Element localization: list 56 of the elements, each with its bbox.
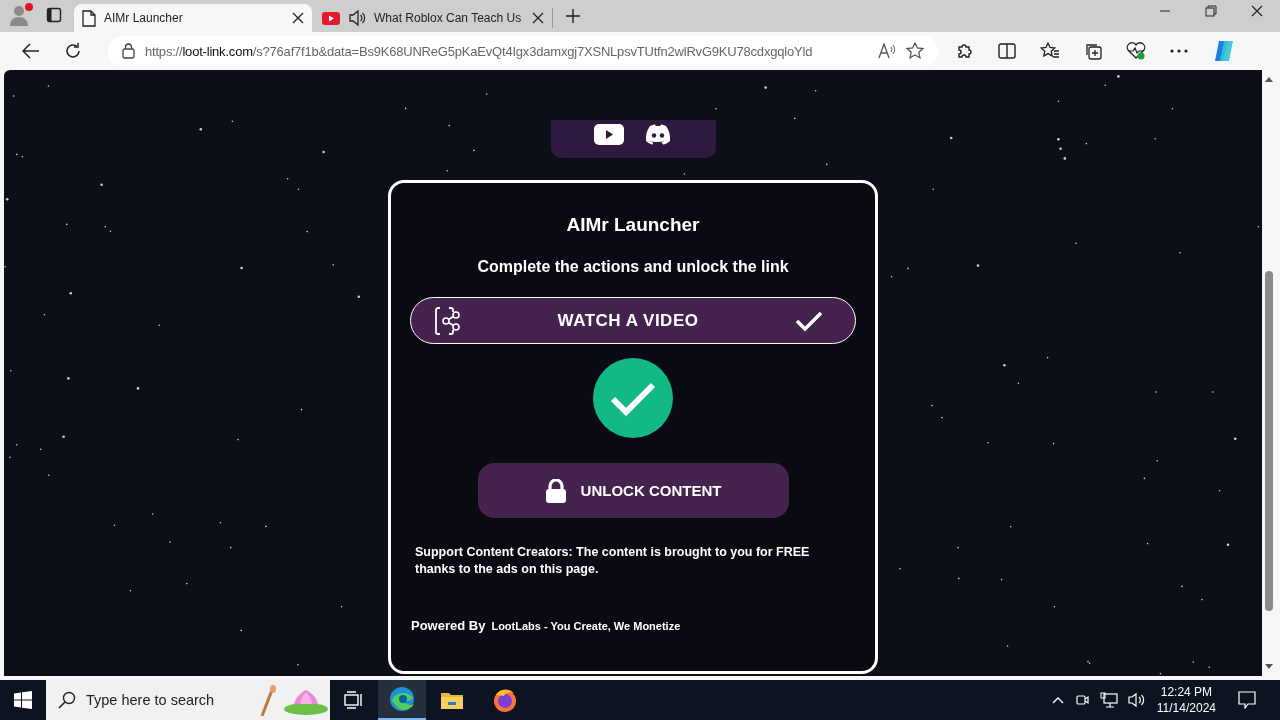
copilot-icon[interactable] xyxy=(1212,39,1236,63)
firefox-icon[interactable] xyxy=(492,687,518,713)
windows-start-icon[interactable] xyxy=(14,691,32,709)
page-icon xyxy=(82,9,96,27)
tab-actions-icon[interactable] xyxy=(46,6,62,23)
youtube-icon xyxy=(322,11,340,25)
youtube-icon[interactable] xyxy=(594,124,624,145)
volume-icon[interactable] xyxy=(1127,692,1146,708)
network-icon[interactable] xyxy=(1099,692,1118,708)
discord-icon[interactable] xyxy=(644,124,672,145)
favorites-icon[interactable] xyxy=(1040,42,1060,60)
extensions-icon[interactable] xyxy=(956,42,974,60)
scroll-down-icon[interactable] xyxy=(1265,664,1273,670)
card-title: AIMr Launcher xyxy=(566,214,700,236)
notifications-icon[interactable] xyxy=(1238,691,1256,709)
task-view-icon[interactable] xyxy=(344,691,364,709)
taskbar-clock[interactable]: 12:24 PM 11/14/2024 xyxy=(1156,684,1216,716)
profile-icon[interactable] xyxy=(8,1,34,28)
split-screen-icon[interactable] xyxy=(998,43,1016,59)
scrollbar-thumb[interactable] xyxy=(1265,271,1273,611)
more-icon[interactable] xyxy=(1170,49,1188,53)
back-icon[interactable] xyxy=(22,43,40,59)
lock-icon xyxy=(122,43,135,59)
browser-tab[interactable]: What Roblox Can Teach Us xyxy=(314,8,553,28)
collections-icon[interactable] xyxy=(1084,42,1102,60)
padlock-icon xyxy=(544,478,567,503)
new-tab-icon[interactable] xyxy=(565,8,581,24)
close-icon[interactable] xyxy=(292,12,304,24)
unlock-content-button[interactable]: UNLOCK CONTENT xyxy=(477,463,789,518)
card-subtitle: Complete the actions and unlock the link xyxy=(477,258,789,276)
powered-by-label: Powered By xyxy=(411,618,486,633)
refresh-icon[interactable] xyxy=(64,42,82,60)
tagline-link[interactable]: LootLabs - You Create, We Monetize xyxy=(491,620,681,632)
favorite-star-icon[interactable] xyxy=(906,42,924,60)
chevron-up-icon[interactable] xyxy=(1051,696,1064,704)
read-aloud-icon[interactable] xyxy=(878,43,896,59)
taskbar-search-field[interactable]: Type here to search xyxy=(46,680,330,720)
task-button[interactable]: WATCH A VIDEO xyxy=(410,297,856,344)
scroll-up-icon[interactable] xyxy=(1265,76,1273,82)
edge-taskbar-button[interactable] xyxy=(378,680,426,720)
close-window-icon[interactable] xyxy=(1251,5,1263,17)
notice-text: Support Content Creators: The content is brought to you for FREE thanks to the ads on this page. xyxy=(415,544,811,578)
search-icon xyxy=(58,691,76,709)
heart-pulse-icon[interactable] xyxy=(1126,42,1146,60)
success-check-icon xyxy=(593,358,673,438)
share-phone-icon xyxy=(435,306,461,335)
address-bar[interactable]: https://loot-link.com/s?76af7f1b&data=Bs9K68UNReG5pKaEvQt4Igx3damxgj7XSNLpsvTUtfn2wlRvG9KU78cdxgqloYld xyxy=(108,36,938,66)
edge-icon xyxy=(389,686,415,712)
folder-icon[interactable] xyxy=(440,690,464,710)
browser-tab[interactable]: AIMr Launcher xyxy=(74,4,312,32)
close-icon[interactable] xyxy=(532,12,544,24)
meet-now-icon[interactable] xyxy=(1073,692,1090,708)
lotus-brush-icon xyxy=(258,684,330,716)
speaker-icon[interactable] xyxy=(348,10,366,26)
restore-icon[interactable] xyxy=(1205,5,1217,17)
url-text: https://loot-link.com/s?76af7f1b&data=Bs9K68UNReG5pKaEvQt4Igx3damxgj7XSNLpsvTUtfn2wlRvG9KU78cdxgqloYld xyxy=(145,43,814,59)
